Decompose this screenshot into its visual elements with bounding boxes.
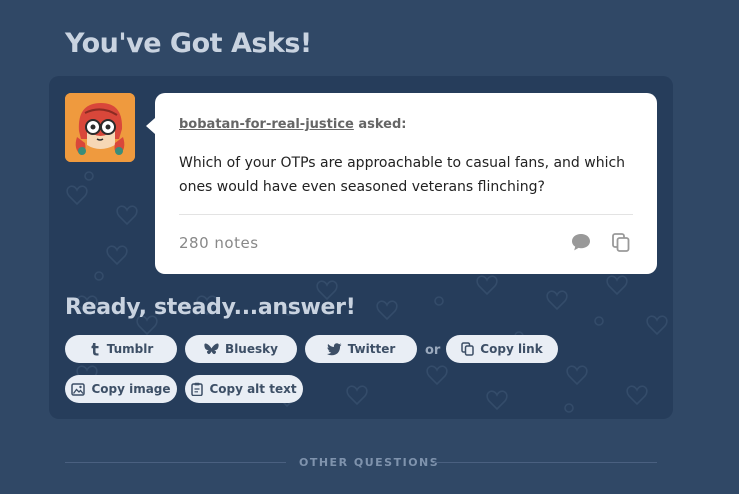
tumblr-button-label: Tumblr [106, 342, 154, 356]
bluesky-button[interactable]: Bluesky [185, 335, 297, 363]
bluesky-icon [204, 343, 219, 354]
tumblr-icon [91, 343, 99, 356]
other-questions-divider-right [434, 462, 657, 463]
twitter-button[interactable]: Twitter [305, 335, 417, 363]
asker-avatar[interactable] [65, 93, 135, 162]
copy-link-button-label: Copy link [480, 342, 543, 356]
ask-panel: bobatan-for-real-justice asked: Which of… [49, 76, 673, 419]
ask-card: bobatan-for-real-justice asked: Which of… [146, 93, 657, 274]
question-text: Which of your OTPs are approachable to c… [179, 155, 626, 195]
other-questions-divider-left [65, 462, 286, 463]
answer-heading: Ready, steady...answer! [65, 295, 356, 320]
clipboard-icon [191, 382, 204, 396]
copy-alt-text-button-label: Copy alt text [209, 382, 297, 396]
notes-count[interactable]: 280 notes [179, 234, 259, 252]
copy-icon[interactable] [610, 231, 632, 253]
page-title: You've Got Asks! [65, 28, 312, 59]
other-questions-label: OTHER QUESTIONS [299, 456, 440, 469]
asker-line: bobatan-for-real-justice asked: [179, 117, 407, 132]
copy-image-button[interactable]: Copy image [65, 375, 177, 403]
asked-label: asked: [353, 117, 407, 132]
avatar-illustration [65, 93, 135, 162]
copy-alt-text-button[interactable]: Copy alt text [185, 375, 303, 403]
image-icon [71, 382, 86, 396]
asker-name-link[interactable]: bobatan-for-real-justice [179, 117, 354, 132]
copy-link-icon [461, 342, 475, 356]
copy-link-button[interactable]: Copy link [446, 335, 558, 363]
tumblr-button[interactable]: Tumblr [65, 335, 177, 363]
or-separator: or [425, 343, 441, 358]
twitter-icon [326, 342, 342, 355]
bluesky-button-label: Bluesky [225, 342, 278, 356]
twitter-button-label: Twitter [347, 342, 396, 356]
card-divider [179, 214, 633, 215]
copy-image-button-label: Copy image [91, 382, 171, 396]
comment-icon[interactable] [570, 231, 592, 253]
